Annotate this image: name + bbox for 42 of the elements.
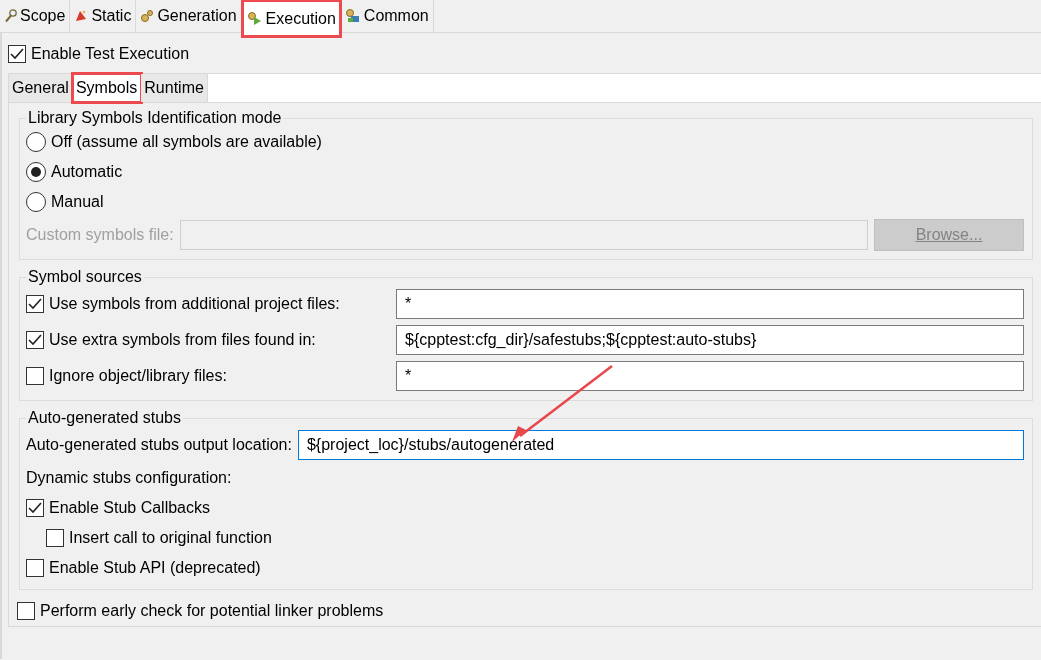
group-title: Symbol sources [27, 268, 143, 286]
field-label: Auto-generated stubs output location: [26, 436, 292, 454]
field-label: Custom symbols file: [26, 226, 174, 244]
radio-label: Automatic [51, 163, 123, 181]
checkbox[interactable] [26, 559, 44, 577]
party-hat-icon [74, 9, 89, 23]
checkbox[interactable] [26, 367, 44, 385]
input-field[interactable]: * [396, 289, 1024, 319]
gear-play-icon [246, 10, 263, 27]
radio-button[interactable] [26, 162, 46, 182]
checkbox[interactable] [26, 499, 44, 517]
input-field[interactable]: ${cpptest:cfg_dir}/safestubs;${cpptest:auto-stubs} [396, 325, 1024, 355]
checkbox-label: Insert call to original function [69, 529, 272, 547]
tab[interactable]: Execution [241, 0, 341, 37]
radio-button[interactable] [26, 192, 46, 212]
tab[interactable]: Runtime [141, 74, 208, 102]
checkbox-label: Enable Stub Callbacks [49, 499, 210, 517]
checkbox-label: Use symbols from additional project files: [49, 295, 340, 313]
input-field[interactable]: ${project_loc}/stubs/autogenerated [297, 430, 1024, 460]
radio-button[interactable] [26, 132, 46, 152]
checkbox-label: Perform early check for potential linker problems [40, 602, 384, 620]
tab[interactable]: Common [340, 0, 434, 32]
group-title: Library Symbols Identification mode [27, 109, 283, 127]
checkbox-label: Enable Test Execution [31, 45, 190, 63]
gears-icon [140, 9, 155, 23]
tab[interactable]: Symbols [72, 74, 142, 102]
radio-label: Manual [51, 193, 104, 211]
checkbox[interactable] [46, 529, 64, 547]
checkbox[interactable] [17, 602, 35, 620]
checkbox[interactable] [8, 45, 26, 63]
input-field[interactable]: * [396, 361, 1024, 391]
section-label: Dynamic stubs configuration: [26, 469, 232, 487]
radio-label: Off (assume all symbols are available) [51, 133, 322, 151]
tab[interactable]: General [9, 74, 73, 102]
group-title: Auto-generated stubs [27, 409, 182, 427]
checkbox-label: Use extra symbols from files found in: [49, 331, 316, 349]
gear-blocks-icon [344, 8, 361, 24]
checkbox[interactable] [26, 295, 44, 313]
magnifier-icon [5, 9, 17, 23]
checkbox[interactable] [26, 331, 44, 349]
checkbox-label: Ignore object/library files: [49, 367, 227, 385]
checkbox-label: Enable Stub API (deprecated) [49, 559, 261, 577]
